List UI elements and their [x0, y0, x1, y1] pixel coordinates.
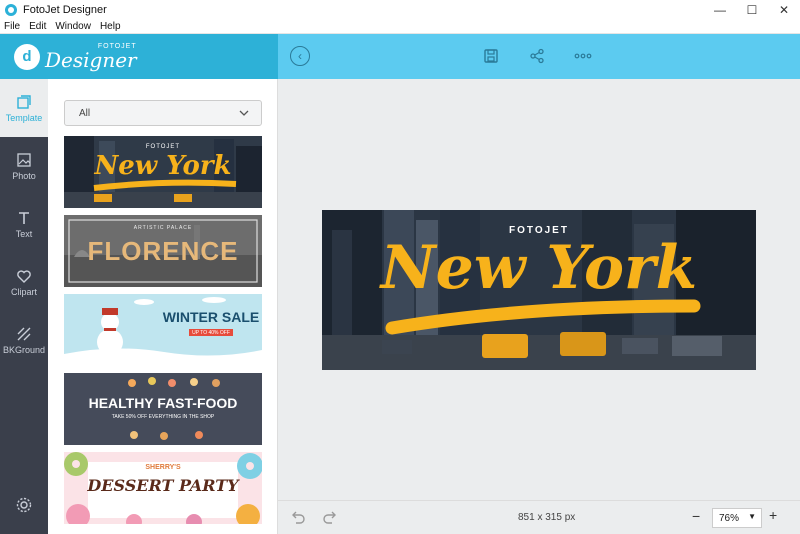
save-button[interactable] [481, 46, 501, 66]
window-title: FotoJet Designer [23, 4, 107, 16]
chevron-down-icon: ▼ [748, 512, 756, 521]
window-controls: — ☐ ✕ [704, 0, 800, 20]
more-button[interactable] [573, 46, 593, 66]
sidebar-item-template[interactable]: Template [0, 79, 48, 137]
sidebar-item-label: BKGround [2, 344, 46, 355]
save-icon [484, 49, 498, 63]
undo-icon[interactable] [290, 511, 306, 525]
close-button[interactable]: ✕ [768, 0, 800, 20]
bottom-status-bar: 851 x 315 px − 76% ▼ + [278, 500, 800, 534]
back-button[interactable]: ‹ [290, 46, 310, 66]
template-healthy-fast-food[interactable]: HEALTHY FAST-FOOD TAKE 50% OFF EVERYTHIN… [64, 373, 262, 445]
sidebar-item-label: Template [5, 112, 43, 123]
redo-icon[interactable] [322, 511, 338, 525]
toolbar-actions [481, 46, 593, 66]
template-icon [17, 94, 31, 109]
zoom-out-button[interactable]: − [692, 508, 700, 524]
template-sub-text: TAKE 50% OFF EVERYTHING IN THE SHOP [111, 414, 215, 420]
sidebar-item-label: Clipart [10, 286, 37, 297]
logo-big-text: Designer [45, 48, 137, 72]
template-category-select[interactable]: All [64, 100, 262, 126]
logo-mark-icon: d [14, 43, 40, 70]
template-top-text: FOTOJET [145, 144, 181, 150]
settings-gear-icon[interactable] [15, 496, 33, 514]
sidebar-item-clipart[interactable]: Clipart [0, 253, 48, 311]
heart-icon [17, 269, 31, 283]
template-top-text: SHERRY'S [145, 464, 181, 471]
chevron-down-icon [239, 110, 249, 116]
photo-icon [17, 152, 31, 167]
app-icon [5, 4, 17, 16]
template-sub-text: UP TO 40% OFF [192, 330, 230, 336]
template-panel: All FOTOJET New York ARTISTIC PALACE FLO… [48, 79, 278, 534]
template-main-text: FLORENCE [87, 236, 239, 266]
sidebar-item-label: Text [15, 228, 33, 239]
sidebar-item-text[interactable]: Text [0, 195, 48, 253]
minimize-button[interactable]: — [704, 0, 736, 20]
title-bar: FotoJet Designer — ☐ ✕ [0, 0, 800, 20]
sidebar-item-bkground[interactable]: BKGround [0, 311, 48, 369]
design-canvas[interactable]: FOTOJET New York [322, 210, 756, 370]
template-dessert-party[interactable]: SHERRY'S DESSERT PARTY [64, 452, 262, 524]
template-main-text: DESSERT PARTY [87, 476, 239, 495]
menu-help[interactable]: Help [100, 21, 121, 32]
menu-file[interactable]: File [4, 21, 20, 32]
zoom-level-select[interactable]: 76% ▼ [712, 508, 762, 528]
template-main-text: HEALTHY FAST-FOOD [88, 395, 238, 411]
background-icon [17, 327, 31, 340]
template-main-text: WINTER SALE [162, 309, 260, 325]
menu-bar: File Edit Window Help [0, 20, 800, 34]
template-winter-sale[interactable]: WINTER SALE UP TO 40% OFF [64, 294, 262, 366]
menu-edit[interactable]: Edit [29, 21, 46, 32]
maximize-button[interactable]: ☐ [736, 0, 768, 20]
brand-logo: d FOTOJET Designer [0, 34, 278, 79]
top-toolbar: ‹ [278, 34, 800, 79]
template-top-text: ARTISTIC PALACE [133, 225, 193, 231]
template-main-text: New York [94, 151, 232, 181]
template-new-york[interactable]: FOTOJET New York [64, 136, 262, 208]
share-icon [530, 48, 544, 64]
sidebar-item-photo[interactable]: Photo [0, 137, 48, 195]
template-florence[interactable]: ARTISTIC PALACE FLORENCE [64, 215, 262, 287]
more-icon [574, 53, 592, 59]
share-button[interactable] [527, 46, 547, 66]
zoom-in-button[interactable]: + [769, 507, 777, 523]
design-canvas-area: FOTOJET New York [278, 79, 800, 500]
app-header: d FOTOJET Designer ‹ [0, 34, 800, 79]
text-icon [19, 211, 29, 224]
canvas-dimensions: 851 x 315 px [518, 512, 576, 523]
menu-window[interactable]: Window [55, 21, 91, 32]
logo-text: FOTOJET Designer [45, 43, 137, 70]
sidebar-item-label: Photo [12, 170, 36, 181]
design-main-text: New York [380, 233, 698, 303]
zoom-level-value: 76% [719, 512, 740, 524]
left-sidebar: Template Photo Text Clipart BKGround [0, 79, 48, 534]
select-value: All [79, 107, 91, 119]
